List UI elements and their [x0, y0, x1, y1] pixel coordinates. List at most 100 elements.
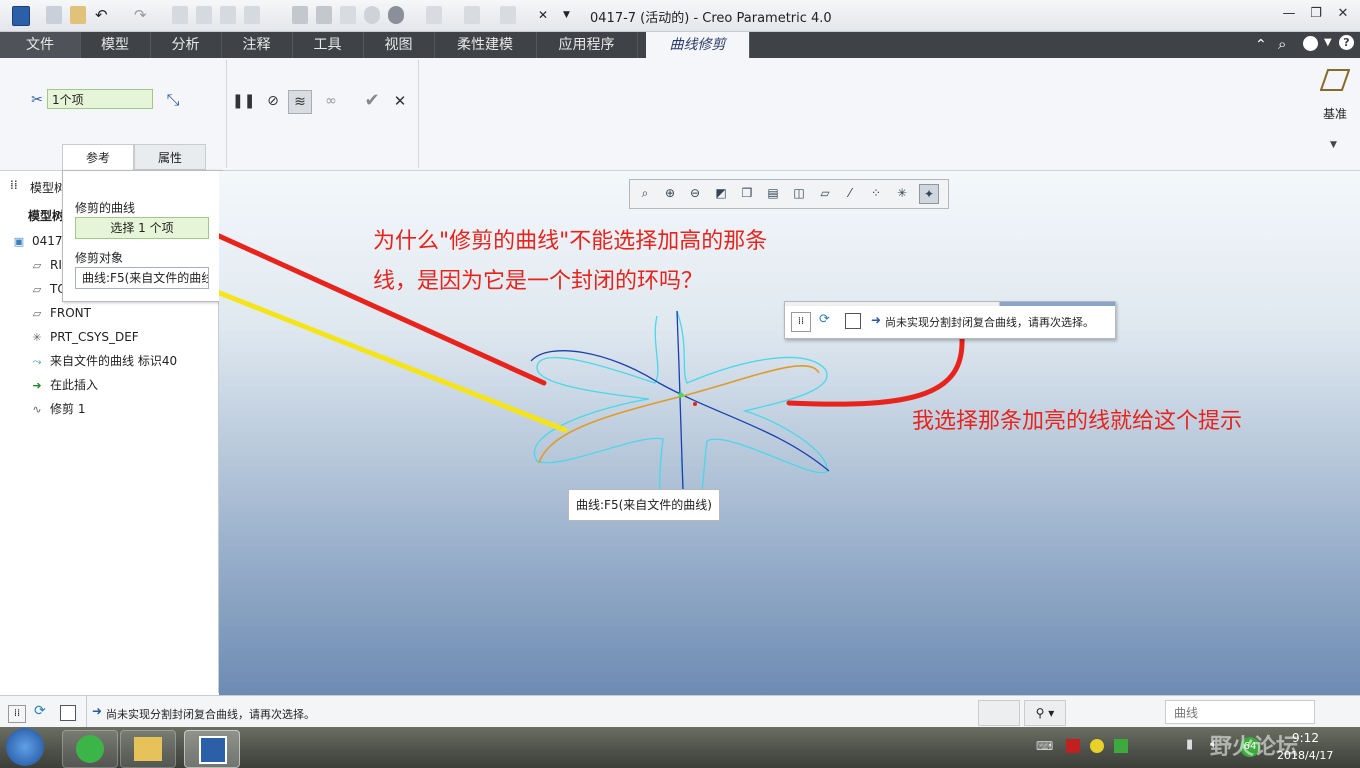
- help-icon[interactable]: ?: [1339, 35, 1354, 50]
- tree-item-csys[interactable]: ✳ PRT_CSYS_DEF: [30, 327, 139, 347]
- no-preview-icon[interactable]: ⊘: [262, 90, 284, 112]
- csys-icon: ✳: [32, 331, 42, 344]
- box-select-icon[interactable]: [60, 705, 76, 721]
- tree-item-trim[interactable]: ∿ 修剪 1: [30, 399, 85, 419]
- preview-icon[interactable]: ≋: [288, 90, 312, 114]
- tab-annotate[interactable]: 注释: [221, 32, 293, 58]
- regenerate-icon[interactable]: [46, 6, 62, 24]
- panel-title[interactable]: 模型树: [30, 179, 66, 196]
- tree-item-insert-here[interactable]: ➜ 在此插入: [30, 375, 98, 395]
- save-icon[interactable]: [292, 6, 308, 24]
- model-tree-icon[interactable]: ⁞⁞: [10, 178, 18, 192]
- minimize-button[interactable]: —: [1276, 4, 1302, 24]
- box-select-icon[interactable]: [845, 313, 861, 329]
- layers-icon[interactable]: [500, 6, 516, 24]
- app-logo-icon[interactable]: [12, 6, 30, 26]
- tree-item-front[interactable]: ▱ FRONT: [30, 303, 91, 323]
- tree-item-label: PRT_CSYS_DEF: [50, 330, 139, 344]
- pause-button[interactable]: ❚❚: [232, 90, 255, 112]
- tab-curve-trim[interactable]: 曲线修剪: [646, 32, 750, 58]
- trim-object-label: 修剪对象: [75, 251, 124, 265]
- verify-icon[interactable]: ∞: [320, 90, 342, 112]
- tree-item-label: 在此插入: [50, 378, 99, 392]
- flip-icon[interactable]: ⤡: [162, 89, 184, 111]
- find-button[interactable]: ⚲ ▾: [1024, 700, 1066, 726]
- close-icon[interactable]: ✕: [538, 6, 554, 24]
- plane-icon: ▱: [32, 307, 42, 320]
- window-title: 0417-7 (活动的) - Creo Parametric 4.0: [590, 11, 832, 26]
- ok-button[interactable]: ✔: [361, 90, 383, 112]
- display-style-icon[interactable]: [388, 6, 404, 24]
- tab-flexible-modeling[interactable]: 柔性建模: [434, 32, 537, 58]
- annotation-red-curve: [786, 335, 965, 407]
- taskbar-app-browser[interactable]: [62, 730, 118, 768]
- tab-analysis[interactable]: 分析: [150, 32, 222, 58]
- undo-icon[interactable]: ↶: [95, 6, 111, 24]
- tab-file[interactable]: 文件: [0, 32, 81, 58]
- start-button[interactable]: [6, 728, 44, 766]
- measure-icon[interactable]: [464, 6, 480, 24]
- clock-date[interactable]: 2018/4/17: [1277, 749, 1333, 762]
- browser-icon: [76, 735, 104, 763]
- copy-icon[interactable]: [196, 6, 212, 24]
- model-tree-icon[interactable]: ⁞⁞: [8, 705, 26, 723]
- appearance-icon[interactable]: [340, 6, 356, 24]
- trim-object-collector[interactable]: 曲线:F5(来自文件的曲线: [75, 267, 209, 289]
- tab-properties[interactable]: 属性: [134, 144, 206, 170]
- tab-tools[interactable]: 工具: [292, 32, 364, 58]
- trim-curve-collector[interactable]: 选择 1 个项: [75, 217, 209, 239]
- folder-icon: [134, 737, 162, 761]
- trim-curve-collector[interactable]: 1个项: [47, 89, 153, 109]
- graphics-window[interactable]: ⌕ ⊕ ⊖ ◩ ❒ ▤ ◫ ▱ ⁄ ⁘ ✳ ✦ 为什么"修剪的曲线"不能选择加高…: [219, 171, 1360, 695]
- view-icon[interactable]: [426, 6, 442, 24]
- cancel-button[interactable]: ✕: [389, 90, 411, 112]
- plane-icon: ▱: [32, 259, 42, 272]
- collapse-ribbon-icon[interactable]: ⌃: [1255, 37, 1267, 53]
- curve-segment[interactable]: [533, 315, 668, 512]
- axis-line[interactable]: [676, 310, 684, 492]
- search-icon[interactable]: ⌕: [1278, 35, 1286, 53]
- maximize-button[interactable]: ❐: [1303, 4, 1329, 24]
- network-icon[interactable]: ▮: [1186, 737, 1193, 752]
- new-icon[interactable]: [172, 6, 188, 24]
- creo-icon: [199, 736, 227, 764]
- chevron-down-icon[interactable]: ▼: [1330, 140, 1337, 150]
- smart-select-icon[interactable]: ⟳: [34, 703, 46, 719]
- taskbar-app-creo[interactable]: [184, 730, 240, 768]
- arrow-right-icon: ➜: [92, 704, 103, 718]
- datum-label[interactable]: 基准: [1323, 105, 1347, 122]
- close-button[interactable]: ✕: [1330, 4, 1356, 24]
- tree-item-label: 修剪 1: [50, 402, 86, 416]
- curve-segment[interactable]: [676, 310, 828, 517]
- chevron-down-icon[interactable]: ▼: [1324, 37, 1332, 48]
- shield-icon[interactable]: [1114, 739, 1128, 753]
- close-window-icon[interactable]: [244, 6, 260, 24]
- scissors-icon: ✂: [31, 92, 43, 108]
- tray-icon[interactable]: [1090, 739, 1104, 753]
- selection-filter[interactable]: 曲线: [1165, 700, 1315, 724]
- tab-references[interactable]: 参考: [62, 144, 134, 170]
- sphere-icon[interactable]: [364, 6, 380, 24]
- taskbar-app-explorer[interactable]: [120, 730, 176, 768]
- tab-model[interactable]: 模型: [80, 32, 151, 58]
- annotation-note: 我选择那条加亮的线就给这个提示: [912, 409, 1243, 434]
- model-tree-icon[interactable]: ⁞⁞: [791, 312, 811, 332]
- tab-view[interactable]: 视图: [363, 32, 435, 58]
- community-icon[interactable]: [1303, 36, 1318, 51]
- tray-icon[interactable]: [1066, 739, 1080, 753]
- save-copy-icon[interactable]: [316, 6, 332, 24]
- tree-item-label: 来自文件的曲线 标识40: [50, 354, 178, 368]
- tree-header: 模型树: [28, 209, 65, 223]
- redo-icon[interactable]: ↷: [134, 6, 150, 24]
- datum-icon[interactable]: [1319, 68, 1351, 91]
- clock-time[interactable]: 9:12: [1292, 731, 1319, 745]
- tree-item-curve-from-file[interactable]: ⤳ 来自文件的曲线 标识40: [30, 351, 178, 371]
- references-panel: 修剪的曲线 选择 1 个项 修剪对象 曲线:F5(来自文件的曲线: [62, 170, 222, 302]
- window-icon[interactable]: [220, 6, 236, 24]
- message-text: 尚未实现分割封闭复合曲线，请再次选择。: [885, 316, 1094, 329]
- keyboard-icon[interactable]: ⌨: [1036, 739, 1053, 753]
- smart-select-icon[interactable]: ⟳: [819, 312, 837, 330]
- tab-applications[interactable]: 应用程序: [536, 32, 638, 58]
- open-icon[interactable]: [70, 6, 86, 24]
- chevron-down-icon[interactable]: ▼: [563, 6, 579, 24]
